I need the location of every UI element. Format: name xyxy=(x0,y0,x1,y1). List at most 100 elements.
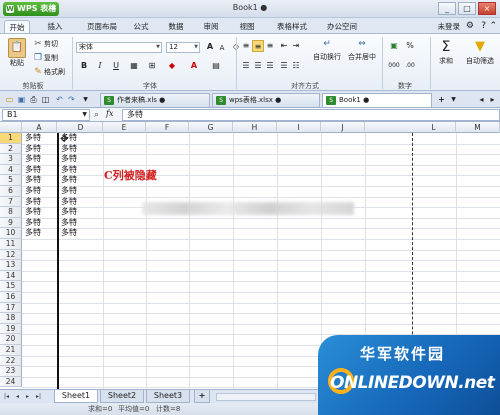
column-header-h[interactable]: H xyxy=(233,122,277,133)
scroll-left-icon[interactable]: ◂ xyxy=(476,94,487,105)
row-header[interactable]: 13 xyxy=(0,260,22,271)
search-icon[interactable]: ⌕ xyxy=(94,110,99,120)
last-sheet-icon[interactable]: ▸| xyxy=(36,393,41,400)
collapse-ribbon-icon[interactable]: ⌃ xyxy=(489,21,497,31)
currency-icon[interactable]: ▣ xyxy=(388,40,400,52)
align-center-icon[interactable]: ☰ xyxy=(252,60,264,72)
app-menu-button[interactable]: W WPS 表格 ▼ xyxy=(3,2,59,16)
thousands-icon[interactable]: 000 xyxy=(388,60,400,72)
cell-a[interactable]: 多特 xyxy=(23,175,41,185)
prev-sheet-icon[interactable]: ◂ xyxy=(16,393,19,400)
select-all-corner[interactable] xyxy=(0,122,22,133)
align-top-icon[interactable]: ≡ xyxy=(240,40,252,52)
row-header[interactable]: 1 xyxy=(0,133,22,144)
row-header[interactable]: 16 xyxy=(0,292,22,303)
row-header[interactable]: 23 xyxy=(0,366,22,377)
tab-table-style[interactable]: 表格样式 xyxy=(272,20,312,33)
italic-button[interactable]: I xyxy=(94,60,106,72)
align-middle-icon[interactable]: ≡ xyxy=(252,40,264,52)
chevron-down-icon[interactable]: ▼ xyxy=(80,94,91,105)
maximize-button[interactable]: □ xyxy=(458,2,476,15)
align-left-icon[interactable]: ☰ xyxy=(240,60,252,72)
increase-font-icon[interactable]: A xyxy=(204,41,216,53)
cell-a[interactable]: 多特 xyxy=(23,186,41,196)
cell-d[interactable]: 多特 xyxy=(59,154,77,164)
doc-tab[interactable]: Swps表格.xlsx ● xyxy=(212,93,320,107)
align-bottom-icon[interactable]: ≡ xyxy=(264,40,276,52)
column-header-l[interactable]: L xyxy=(412,122,456,133)
justify-icon[interactable]: ☰ xyxy=(278,60,290,72)
minimize-button[interactable]: _ xyxy=(438,2,456,15)
row-header[interactable]: 4 xyxy=(0,164,22,176)
function-button[interactable]: fx xyxy=(106,109,113,118)
tab-page-layout[interactable]: 页面布局 xyxy=(82,20,122,33)
horizontal-scrollbar[interactable] xyxy=(216,393,316,401)
row-header[interactable]: 9 xyxy=(0,217,22,229)
hidden-column-marker[interactable] xyxy=(57,133,59,389)
doc-tab[interactable]: S 作者来稿.xls ● xyxy=(100,93,210,107)
cell-style-icon[interactable]: ▤ xyxy=(210,60,222,72)
border-icon[interactable]: ▦ xyxy=(128,60,140,72)
cell-d[interactable]: 多特 xyxy=(59,186,77,196)
formula-input[interactable]: 多特 xyxy=(122,109,500,121)
format-painter-button[interactable]: ✎ 格式刷 xyxy=(32,66,65,78)
column-header-e[interactable]: E xyxy=(103,122,146,133)
row-header[interactable]: 11 xyxy=(0,239,22,250)
help-icon[interactable]: ? xyxy=(481,21,486,31)
cell-d[interactable]: 多特 xyxy=(59,165,77,175)
new-tab-button[interactable]: + xyxy=(436,94,447,105)
column-header-d[interactable]: D xyxy=(59,122,103,133)
row-header[interactable]: 3 xyxy=(0,154,22,165)
cell-d[interactable]: 多特 xyxy=(59,218,77,228)
font-size-select[interactable]: 12 ▼ xyxy=(166,42,200,53)
percent-button[interactable]: % xyxy=(404,40,416,52)
cell-a[interactable]: 多特 xyxy=(23,154,41,164)
chevron-down-icon[interactable]: ▼ xyxy=(448,94,459,105)
cell-a[interactable]: 多特 xyxy=(23,165,41,175)
row-header[interactable]: 21 xyxy=(0,345,22,356)
tab-office-space[interactable]: 办公空间 xyxy=(322,20,362,33)
column-header-m[interactable]: M xyxy=(456,122,500,133)
tab-review[interactable]: 审阅 xyxy=(200,20,222,33)
row-header[interactable]: 24 xyxy=(0,376,22,388)
open-folder-icon[interactable]: ▭ xyxy=(4,94,15,105)
column-header-a[interactable]: A xyxy=(22,122,57,133)
close-button[interactable]: × xyxy=(478,2,496,15)
sheet-tab-sheet3[interactable]: Sheet3 xyxy=(146,390,190,403)
save-icon[interactable]: ▣ xyxy=(16,94,27,105)
cell-d[interactable]: 多特 xyxy=(59,228,77,238)
column-header-f[interactable]: F xyxy=(146,122,189,133)
align-right-icon[interactable]: ☰ xyxy=(264,60,276,72)
column-header-j[interactable]: J xyxy=(321,122,365,133)
cut-button[interactable]: ✂ 剪切 xyxy=(32,38,58,50)
row-header[interactable]: 5 xyxy=(0,175,22,186)
next-sheet-icon[interactable]: ▸ xyxy=(26,393,29,400)
copy-button[interactable]: ❐ 复制 xyxy=(32,52,58,64)
column-header-i[interactable]: I xyxy=(277,122,321,133)
tab-home[interactable]: 开始 xyxy=(4,20,30,33)
add-sheet-button[interactable]: + xyxy=(194,390,210,403)
cell-a[interactable]: 多特 xyxy=(23,144,41,154)
row-header[interactable]: 12 xyxy=(0,249,22,261)
font-name-select[interactable]: 宋体 ▼ xyxy=(76,42,162,53)
row-header[interactable]: 7 xyxy=(0,196,22,208)
row-header[interactable]: 8 xyxy=(0,207,22,218)
tab-insert[interactable]: 插入 xyxy=(42,20,68,33)
sheet-tab-sheet1[interactable]: Sheet1 xyxy=(54,390,98,403)
merge-center-button[interactable]: ⇔ 合并居中 xyxy=(346,38,378,62)
sheet-tab-sheet2[interactable]: Sheet2 xyxy=(100,390,144,403)
underline-button[interactable]: U xyxy=(110,60,122,72)
decimal-icon[interactable]: .00 xyxy=(404,60,416,72)
cell-d[interactable]: 多特 xyxy=(59,197,77,207)
row-header[interactable]: 22 xyxy=(0,355,22,367)
login-status[interactable]: 未登录 xyxy=(438,20,461,33)
row-header[interactable]: 18 xyxy=(0,313,22,324)
tab-data[interactable]: 数据 xyxy=(165,20,187,33)
wrap-text-button[interactable]: ↵ 自动换行 xyxy=(312,38,342,62)
sum-button[interactable]: Σ 求和 xyxy=(434,38,458,66)
doc-tab-active[interactable]: S Book1 ● xyxy=(322,93,432,107)
scroll-right-icon[interactable]: ▸ xyxy=(487,94,498,105)
row-header[interactable]: 14 xyxy=(0,270,22,282)
row-header[interactable]: 15 xyxy=(0,281,22,292)
cell-a[interactable]: 多特 xyxy=(23,207,41,217)
